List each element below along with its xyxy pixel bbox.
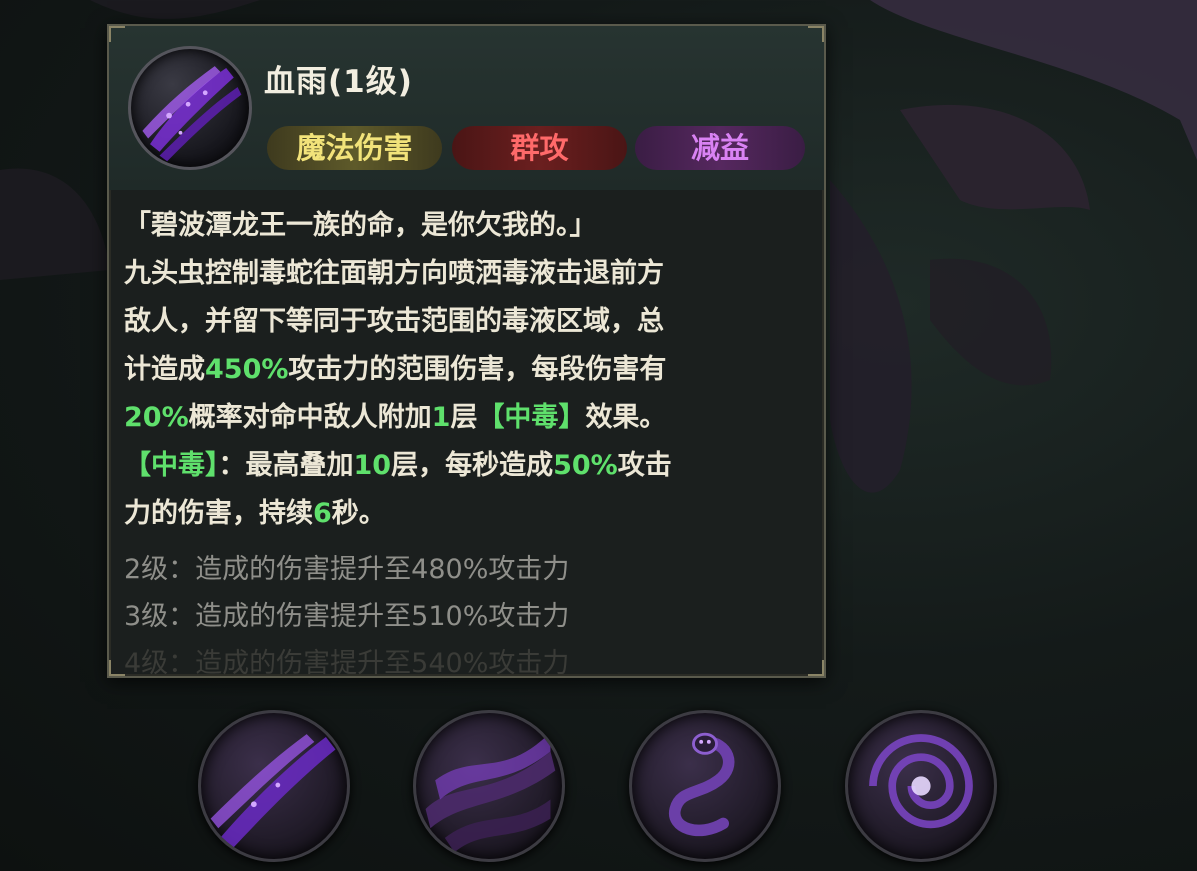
poison-keyword: 【中毒】 (477, 402, 586, 433)
blood-rain-icon[interactable] (198, 710, 350, 862)
corner-ornament (109, 660, 125, 676)
level-upgrade-item: 3级：造成的伤害提升至510%攻击力 (124, 601, 570, 632)
desc-line: 九头虫控制毒蛇往面朝方向喷洒毒液击退前方 (124, 258, 664, 289)
desc-text: ：最高叠加 (218, 450, 354, 481)
corner-ornament (109, 26, 125, 42)
skill-bar (0, 710, 1197, 862)
desc-text: 层 (450, 402, 478, 433)
level-upgrade-item: 4级：造成的伤害提升至540%攻击力 (124, 648, 570, 678)
desc-line: 【中毒】：最高叠加10层，每秒造成50%攻击 (124, 442, 814, 490)
blood-rain-icon (128, 46, 252, 170)
tag-debuff: 减益 (635, 126, 805, 170)
poison-damage-value: 50% (553, 450, 618, 481)
desc-text: 秒。 (331, 498, 386, 529)
poison-keyword: 【中毒】 (124, 450, 219, 481)
max-stack-value: 10 (353, 450, 392, 481)
desc-line: 力的伤害，持续6秒。 (124, 490, 814, 538)
desc-line: 计造成450%攻击力的范围伤害，每段伤害有 (124, 346, 814, 394)
skill-tooltip-panel: 血雨(1级) 魔法伤害 群攻 减益 「碧波潭龙王一族的命，是你欠我的。」 九头虫… (107, 24, 826, 678)
desc-text: 计造成 (124, 354, 205, 385)
serpent-coil-icon[interactable] (629, 710, 781, 862)
level-upgrade-item: 2级：造成的伤害提升至480%攻击力 (124, 554, 570, 585)
damage-value: 450% (205, 354, 289, 385)
level-upgrade-list[interactable]: 2级：造成的伤害提升至480%攻击力 3级：造成的伤害提升至510%攻击力 4级… (124, 546, 814, 678)
stack-value: 1 (431, 402, 451, 433)
desc-line: 敌人，并留下等同于攻击范围的毒液区域，总 (124, 306, 664, 337)
dark-vortex-icon[interactable] (845, 710, 997, 862)
desc-text: 攻击力的范围伤害，每段伤害有 (288, 354, 667, 385)
tag-aoe: 群攻 (452, 126, 627, 170)
desc-text: 力的伤害，持续 (124, 498, 313, 529)
desc-text: 层，每秒造成 (391, 450, 554, 481)
desc-text: 概率对命中敌人附加 (188, 402, 432, 433)
tag-magic-damage: 魔法伤害 (267, 126, 442, 170)
desc-text: 攻击 (617, 450, 672, 481)
skill-title: 血雨(1级) (264, 64, 413, 100)
duration-value: 6 (313, 498, 332, 529)
shadow-wave-icon[interactable] (413, 710, 565, 862)
corner-ornament (808, 26, 824, 42)
skill-quote: 「碧波潭龙王一族的命，是你欠我的。」 (124, 210, 597, 241)
desc-text: 效果。 (585, 402, 667, 433)
desc-line: 20%概率对命中敌人附加1层【中毒】效果。 (124, 394, 814, 442)
skill-description: 「碧波潭龙王一族的命，是你欠我的。」 九头虫控制毒蛇往面朝方向喷洒毒液击退前方 … (124, 202, 814, 538)
chance-value: 20% (124, 402, 189, 433)
